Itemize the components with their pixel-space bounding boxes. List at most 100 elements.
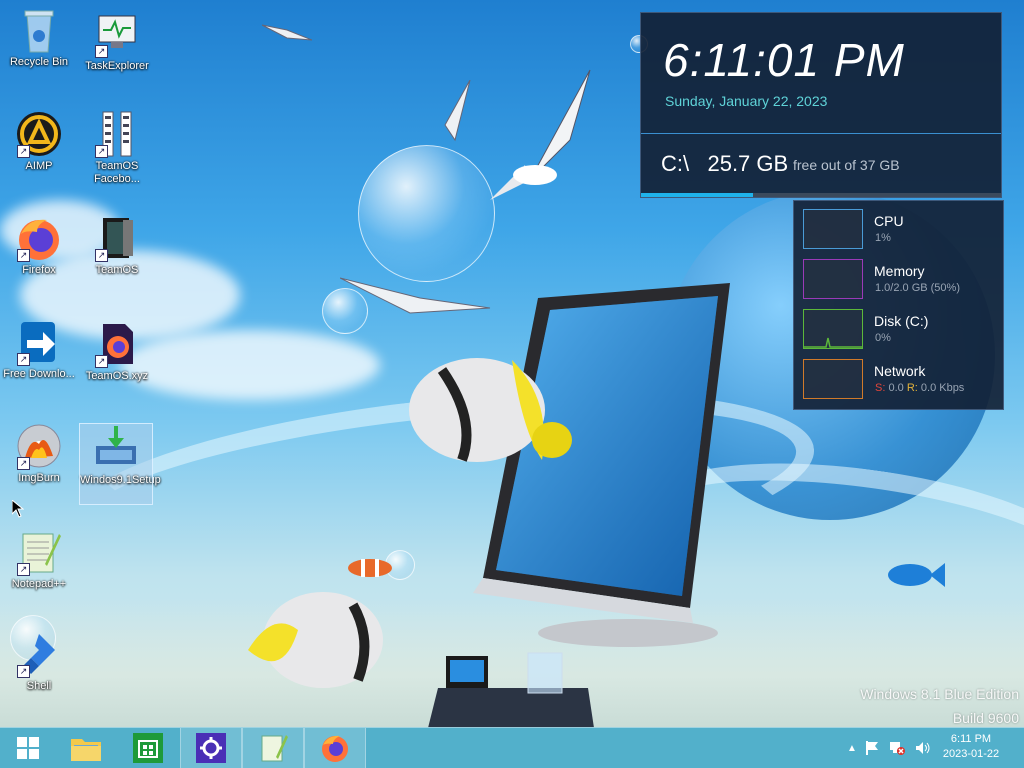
- cpu-row: CPU 1%: [803, 209, 998, 253]
- shortcut-arrow-icon: ↗: [95, 355, 108, 368]
- memory-row: Memory 1.0/2.0 GB (50%): [803, 259, 998, 303]
- cpu-value: 1%: [875, 232, 891, 244]
- firefox-icon: ↗: [15, 214, 63, 262]
- system-tray: ▲: [844, 728, 936, 768]
- imgburn-disc-icon: ↗: [15, 422, 63, 470]
- desktop-icon-label: TaskExplorer: [85, 60, 149, 72]
- firefox-icon: [322, 735, 348, 762]
- taskbar-notepad-plus-plus[interactable]: [242, 728, 304, 768]
- disk-label: Disk (C:): [874, 313, 929, 329]
- taskbar-firefox[interactable]: [304, 728, 366, 768]
- taskbar-settings[interactable]: [180, 728, 242, 768]
- desktop-icon-shell[interactable]: ↗ Shell: [3, 630, 75, 693]
- desktop-icon-label: AIMP: [25, 160, 53, 172]
- shortcut-arrow-icon: ↗: [17, 145, 30, 158]
- disk-row: Disk (C:) 0%: [803, 309, 998, 353]
- taskbar-clock[interactable]: 6:11 PM 2023-01-22: [926, 732, 1016, 762]
- shortcut-arrow-icon: ↗: [95, 249, 108, 262]
- disk-value: 0%: [875, 332, 891, 344]
- taskbar-clock-time: 6:11 PM: [950, 733, 992, 745]
- desktop-icon-imgburn[interactable]: ↗ ImgBurn: [3, 422, 75, 485]
- send-value: 0.0: [888, 382, 904, 394]
- task-monitor-icon: ↗: [93, 10, 141, 58]
- desktop-icon-aimp[interactable]: ↗ AIMP: [3, 110, 75, 173]
- desktop-icon-free-download[interactable]: ↗ Free Downlo...: [3, 318, 75, 381]
- network-label: Network: [874, 363, 926, 379]
- network-value: S: 0.0 R: 0.0 Kbps: [875, 382, 964, 394]
- desktop-icon-label: TeamOS: [95, 264, 139, 276]
- send-label: S:: [875, 382, 886, 394]
- drive-free-text: free out of 37 GB: [793, 157, 900, 173]
- notepad-plus-plus-icon: ↗: [15, 528, 63, 576]
- gadget-date: Sunday, January 22, 2023: [665, 93, 828, 109]
- desktop-icon-teamos-xyz[interactable]: ↗ TeamOS.xyz: [81, 320, 153, 383]
- cpu-graph: [803, 209, 863, 249]
- desktop-icon-label: Windos9.1Setup: [80, 474, 161, 486]
- desktop-icon-label: ImgBurn: [18, 472, 60, 484]
- desktop-icon-firefox[interactable]: ↗ Firefox: [3, 214, 75, 277]
- gadget-divider: [641, 133, 1001, 134]
- desktop-icon-notepad-plus-plus[interactable]: ↗ Notepad++: [3, 528, 75, 591]
- taskbar-file-explorer[interactable]: [56, 728, 116, 768]
- notepad-plus-plus-icon: [261, 735, 288, 762]
- teamos-icon: ↗: [93, 214, 141, 262]
- drive-letter: C:\: [661, 151, 690, 176]
- windows-logo-icon: [17, 737, 39, 759]
- windows-edition-watermark: Windows 8.1 Blue Edition: [860, 686, 1019, 702]
- gadget-time: 6:11:01 PM: [663, 34, 905, 86]
- cpu-label: CPU: [874, 213, 904, 229]
- shortcut-arrow-icon: ↗: [17, 457, 30, 470]
- shortcut-arrow-icon: ↗: [95, 145, 108, 158]
- desktop-icon-label: Notepad++: [11, 578, 67, 590]
- start-button[interactable]: [0, 728, 56, 768]
- receive-value: 0.0 Kbps: [920, 382, 965, 394]
- windows-build-watermark: Build 9600: [952, 710, 1019, 726]
- desktop-icon-label: TeamOS.xyz: [85, 370, 149, 382]
- disk-graph: [803, 309, 863, 349]
- show-hidden-icons-chevron-icon[interactable]: ▲: [844, 743, 860, 754]
- gear-icon: [196, 733, 226, 763]
- recycle-bin-icon: [15, 6, 63, 54]
- taskbar-store[interactable]: [118, 728, 178, 768]
- desktop-icon-label: Recycle Bin: [9, 56, 69, 68]
- memory-graph: [803, 259, 863, 299]
- desktop-icon-label: Shell: [26, 680, 52, 692]
- shortcut-arrow-icon: ↗: [17, 563, 30, 576]
- desktop-icon-teamos[interactable]: ↗ TeamOS: [81, 214, 153, 277]
- network-disconnected-icon[interactable]: [888, 740, 906, 756]
- setup-installer-icon: [92, 424, 140, 472]
- action-center-flag-icon[interactable]: [864, 740, 880, 756]
- folder-icon: [71, 739, 101, 761]
- download-manager-icon: ↗: [15, 318, 63, 366]
- store-icon: [133, 733, 163, 763]
- shortcut-arrow-icon: ↗: [17, 249, 30, 262]
- receive-label: R:: [906, 382, 918, 394]
- desktop-icon-taskexplorer[interactable]: ↗ TaskExplorer: [81, 10, 153, 73]
- desktop-icon-label: TeamOS Facebo...: [94, 160, 140, 185]
- shortcut-arrow-icon: ↗: [95, 45, 108, 58]
- taskbar: ▲ 6:11 PM 2023-01-22: [0, 727, 1024, 768]
- aimp-icon: ↗: [15, 110, 63, 158]
- drive-usage-bar: [641, 193, 1001, 197]
- memory-value: 1.0/2.0 GB (50%): [875, 282, 960, 294]
- document-grid-icon: ↗: [93, 110, 141, 158]
- shortcut-arrow-icon: ↗: [17, 353, 30, 366]
- firefox-document-icon: ↗: [93, 320, 141, 368]
- desktop-icon-label: Firefox: [22, 264, 56, 276]
- drive-info: C:\ 25.7 GB: [661, 151, 788, 177]
- memory-label: Memory: [874, 263, 925, 279]
- desktop-icon-teamos-facebook[interactable]: ↗ TeamOS Facebo...: [81, 110, 153, 186]
- desktop-icon-recycle-bin[interactable]: Recycle Bin: [3, 6, 75, 69]
- desktop-icon-windos-setup[interactable]: Windos9.1Setup: [79, 423, 161, 505]
- shell-icon: ↗: [15, 630, 63, 678]
- drive-usage-fill: [641, 193, 753, 197]
- shortcut-arrow-icon: ↗: [17, 665, 30, 678]
- drive-free-size: 25.7 GB: [707, 151, 789, 176]
- mouse-cursor-icon: [12, 500, 24, 518]
- resource-monitor-gadget[interactable]: CPU 1% Memory 1.0/2.0 GB (50%) Disk (C:)…: [793, 200, 1004, 410]
- desktop-icon-label: Free Downlo...: [3, 368, 75, 380]
- clock-drive-gadget[interactable]: 6:11:01 PM Sunday, January 22, 2023 C:\ …: [640, 12, 1002, 198]
- taskbar-clock-date: 2023-01-22: [942, 748, 1000, 760]
- network-graph: [803, 359, 863, 399]
- network-row: Network S: 0.0 R: 0.0 Kbps: [803, 359, 998, 403]
